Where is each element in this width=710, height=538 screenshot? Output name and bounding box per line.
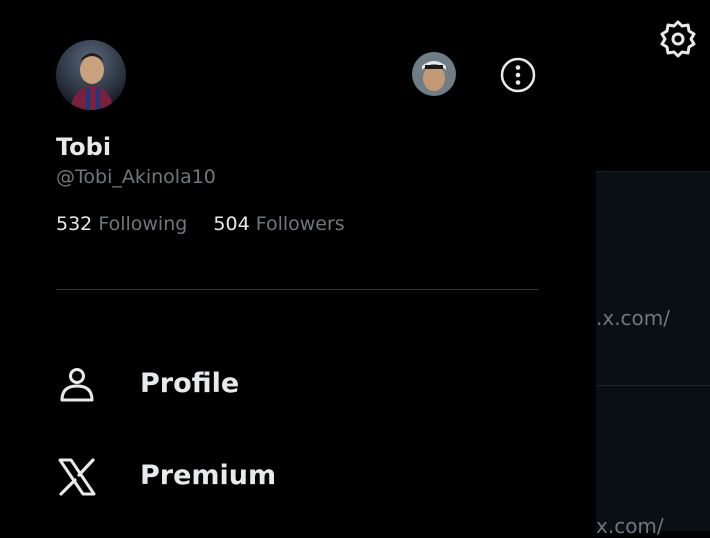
avatar[interactable] xyxy=(56,40,126,110)
following-label: Following xyxy=(98,213,188,235)
person-icon xyxy=(56,364,98,406)
followers-link[interactable]: 504 Followers xyxy=(213,213,344,235)
background-link-text[interactable]: .x.com/ xyxy=(596,306,670,330)
following-count: 532 xyxy=(56,213,93,235)
profile-name[interactable]: Tobi xyxy=(56,133,111,161)
followers-label: Followers xyxy=(255,213,345,235)
followers-count: 504 xyxy=(213,213,250,235)
background-post-card[interactable] xyxy=(596,385,710,531)
account-drawer: Tobi @Tobi_Akinola10 532 Following 504 F… xyxy=(0,0,596,530)
switch-account-avatar[interactable] xyxy=(412,52,456,96)
background-post-card[interactable] xyxy=(596,171,710,385)
follow-stats: 532 Following 504 Followers xyxy=(56,213,345,235)
nav-item-profile[interactable]: Profile xyxy=(56,364,556,414)
nav-item-label: Profile xyxy=(140,368,240,399)
divider xyxy=(56,289,539,290)
nav-item-premium[interactable]: Premium xyxy=(56,456,556,506)
nav-item-label: Premium xyxy=(140,460,277,491)
following-link[interactable]: 532 Following xyxy=(56,213,193,235)
settings-gear-icon[interactable] xyxy=(658,19,698,59)
more-options-button[interactable] xyxy=(498,55,538,95)
x-logo-icon xyxy=(56,456,98,498)
background-link-text[interactable]: x.com/ xyxy=(596,514,664,538)
more-vertical-icon xyxy=(500,57,536,93)
profile-handle[interactable]: @Tobi_Akinola10 xyxy=(56,166,216,188)
